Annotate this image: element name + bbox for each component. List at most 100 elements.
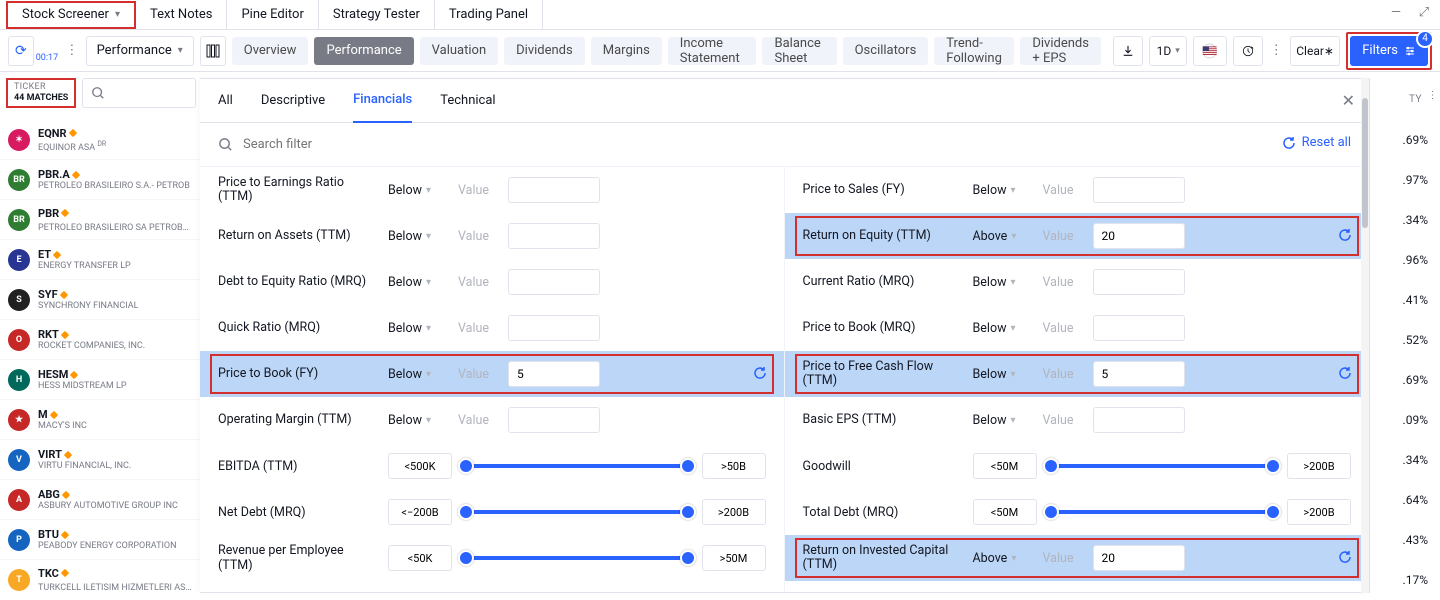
columns-icon[interactable] <box>200 36 226 66</box>
ticker-row[interactable]: T TKC TURKCELL ILETISIM HIZMETLERI AS DR <box>0 560 200 593</box>
ticker-row[interactable]: BR PBR.A PETROLEO BRASILEIRO S.A.- PETRO… <box>0 160 200 200</box>
filter-operator-dropdown[interactable]: Below▾ <box>388 321 448 336</box>
range-slider[interactable] <box>462 510 692 514</box>
pill-dividends[interactable]: Dividends <box>504 37 585 65</box>
filter-value-input[interactable] <box>508 315 600 341</box>
filter-label: Return on Equity (TTM) <box>803 229 963 243</box>
filter-operator-dropdown[interactable]: Below▾ <box>973 367 1033 382</box>
pill-income-statement[interactable]: Income Statement <box>668 37 757 65</box>
ticker-search-input[interactable] <box>82 78 196 108</box>
range-min-input[interactable] <box>973 499 1037 525</box>
more-icon[interactable]: ⋮ <box>1428 90 1439 101</box>
filter-operator-dropdown[interactable]: Below▾ <box>388 275 448 290</box>
filter-operator-dropdown[interactable]: Below▾ <box>388 229 448 244</box>
ticker-row[interactable]: E ET ENERGY TRANSFER LP <box>0 240 200 280</box>
panel-tab-all[interactable]: All <box>218 79 233 123</box>
scrollbar[interactable] <box>1361 78 1369 593</box>
clear-button[interactable]: Clear∗ <box>1290 36 1340 66</box>
panel-tab-technical[interactable]: Technical <box>440 79 495 123</box>
filter-value-input[interactable] <box>1093 315 1185 341</box>
range-slider[interactable] <box>462 464 692 468</box>
panel-tab-financials[interactable]: Financials <box>353 79 412 123</box>
filter-operator-dropdown[interactable]: Above▾ <box>973 229 1033 244</box>
filter-operator-dropdown[interactable]: Below▾ <box>973 413 1033 428</box>
performance-dropdown[interactable]: Performance ▾ <box>86 36 194 66</box>
range-slider[interactable] <box>462 556 692 560</box>
pill-performance[interactable]: Performance <box>314 37 413 65</box>
filter-value-input[interactable] <box>508 177 600 203</box>
tab-text-notes[interactable]: Text Notes <box>136 0 228 29</box>
pill-dividends-eps[interactable]: Dividends + EPS <box>1020 37 1101 65</box>
filter-row: Operating Margin (TTM) Below▾ Value <box>200 397 784 443</box>
range-min-input[interactable] <box>388 545 452 571</box>
pill-trend-following[interactable]: Trend-Following <box>934 37 1014 65</box>
more-icon[interactable]: ⋮ <box>1269 43 1284 58</box>
ticker-row[interactable]: A ABG ASBURY AUTOMOTIVE GROUP INC <box>0 480 200 520</box>
range-slider[interactable] <box>1047 510 1278 514</box>
range-max-input[interactable] <box>1287 499 1351 525</box>
refresh-button[interactable]: ⟳ <box>8 36 34 66</box>
range-slider[interactable] <box>1047 464 1278 468</box>
market-flag-button[interactable] <box>1193 36 1226 66</box>
range-min-input[interactable] <box>388 499 452 525</box>
alert-button[interactable] <box>1233 36 1263 66</box>
ticker-symbol: TKC <box>38 567 192 580</box>
range-max-input[interactable] <box>702 545 766 571</box>
filter-operator-dropdown[interactable]: Below▾ <box>388 183 448 198</box>
ticker-row[interactable]: ★ M MACY'S INC <box>0 400 200 440</box>
range-min-input[interactable] <box>388 453 452 479</box>
filter-value-input[interactable] <box>508 407 600 433</box>
ticker-row[interactable]: O RKT ROCKET COMPANIES, INC. <box>0 320 200 360</box>
filter-value-input[interactable] <box>1093 223 1185 249</box>
timeframe-dropdown[interactable]: 1D▾ <box>1149 36 1187 66</box>
filter-operator-dropdown[interactable]: Below▾ <box>973 183 1033 198</box>
filter-value-input[interactable] <box>508 361 600 387</box>
filter-value-input[interactable] <box>1093 269 1185 295</box>
fullscreen-icon[interactable]: ⤢ <box>1414 2 1434 22</box>
ticker-row[interactable]: P BTU PEABODY ENERGY CORPORATION <box>0 520 200 560</box>
filter-operator-dropdown[interactable]: Below▾ <box>973 275 1033 290</box>
pill-oscillators[interactable]: Oscillators <box>843 37 929 65</box>
filter-operator-dropdown[interactable]: Below▾ <box>388 367 448 382</box>
pill-balance-sheet[interactable]: Balance Sheet <box>762 37 836 65</box>
filter-value-input[interactable] <box>1093 545 1185 571</box>
pill-valuation[interactable]: Valuation <box>420 37 498 65</box>
tab-stock-screener[interactable]: Stock Screener▾ <box>6 1 136 29</box>
filter-value-input[interactable] <box>508 223 600 249</box>
reset-icon[interactable] <box>750 363 770 383</box>
close-icon[interactable]: ✕ <box>1342 91 1355 110</box>
reset-icon[interactable] <box>1335 547 1355 567</box>
range-min-input[interactable] <box>973 453 1037 479</box>
filter-search-input[interactable] <box>243 137 1351 152</box>
filter-operator-dropdown[interactable]: Below▾ <box>973 321 1033 336</box>
filter-value-input[interactable] <box>1093 361 1185 387</box>
filter-value-input[interactable] <box>1093 407 1185 433</box>
filter-operator-dropdown[interactable]: Above▾ <box>973 551 1033 566</box>
filter-value-input[interactable] <box>1093 177 1185 203</box>
scrollbar-thumb[interactable] <box>1362 98 1368 228</box>
tab-pine-editor[interactable]: Pine Editor <box>227 0 318 29</box>
filters-button[interactable]: Filters 4 <box>1350 36 1428 66</box>
filter-value-input[interactable] <box>508 269 600 295</box>
ticker-row[interactable]: H HESM HESS MIDSTREAM LP <box>0 360 200 400</box>
range-max-input[interactable] <box>702 499 766 525</box>
ticker-row[interactable]: ✶ EQNR EQUINOR ASA DR <box>0 120 200 160</box>
download-button[interactable] <box>1113 36 1143 66</box>
tab-trading-panel[interactable]: Trading Panel <box>435 0 543 29</box>
reset-all-button[interactable]: Reset all <box>1282 135 1351 150</box>
ticker-row[interactable]: S SYF SYNCHRONY FINANCIAL <box>0 280 200 320</box>
filter-operator-dropdown[interactable]: Below▾ <box>388 413 448 428</box>
ticker-logo: BR <box>8 169 30 191</box>
minimize-icon[interactable]: — <box>1386 2 1406 22</box>
reset-icon[interactable] <box>1335 225 1355 245</box>
more-icon[interactable]: ⋮ <box>64 43 79 58</box>
range-max-input[interactable] <box>1287 453 1351 479</box>
tab-strategy-tester[interactable]: Strategy Tester <box>319 0 435 29</box>
reset-icon[interactable] <box>1335 363 1355 383</box>
ticker-row[interactable]: BR PBR PETROLEO BRASILEIRO SA PETROBR DR <box>0 200 200 240</box>
pill-overview[interactable]: Overview <box>232 37 309 65</box>
pill-margins[interactable]: Margins <box>591 37 662 65</box>
range-max-input[interactable] <box>702 453 766 479</box>
ticker-row[interactable]: V VIRT VIRTU FINANCIAL, INC. <box>0 440 200 480</box>
panel-tab-descriptive[interactable]: Descriptive <box>261 79 325 123</box>
